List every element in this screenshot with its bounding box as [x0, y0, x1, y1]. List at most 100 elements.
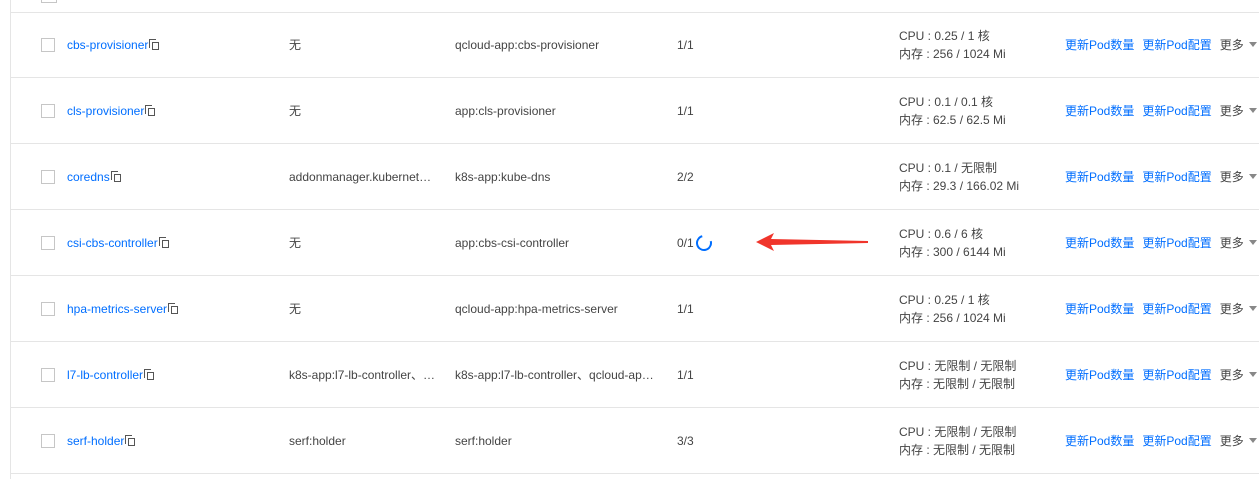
workload-name-link[interactable]: cls-provisioner: [67, 104, 144, 118]
workload-name-link[interactable]: l7-lb-controller: [67, 368, 143, 382]
caret-down-icon: [1248, 240, 1257, 245]
workload-name-cell: cbs-provisioner: [67, 12, 160, 77]
more-dropdown[interactable]: 更多: [1220, 102, 1257, 119]
labels-cell: serf:holder: [289, 408, 439, 473]
copy-icon[interactable]: [144, 368, 155, 381]
cpu-usage: CPU : 0.1 / 0.1 核: [899, 94, 994, 109]
selector-text: k8s-app:l7-lb-controller、qcloud-ap…: [455, 368, 654, 382]
memory-usage: 内存 : 无限制 / 无限制: [899, 442, 1016, 457]
resource-cell: CPU : 无限制 / 无限制 内存 : 无限制 / 无限制: [899, 342, 1016, 407]
row-checkbox[interactable]: [41, 103, 55, 118]
update-pod-count-button[interactable]: 更新Pod数量: [1065, 36, 1134, 53]
header-select-all-checkbox[interactable]: [41, 0, 57, 3]
caret-down-icon: [1248, 438, 1257, 443]
copy-icon[interactable]: [145, 104, 156, 117]
cpu-usage: CPU : 0.25 / 1 核: [899, 292, 990, 307]
actions-cell: 更新Pod数量 更新Pod配置 更多: [1065, 78, 1257, 143]
resource-cell: CPU : 0.25 / 1 核 内存 : 256 / 1024 Mi: [899, 276, 1006, 341]
update-pod-count-button[interactable]: 更新Pod数量: [1065, 234, 1134, 251]
pod-count: 1/1: [677, 367, 694, 382]
table-row: serf-holder serf:holder serf:holder 3/3 …: [11, 408, 1259, 474]
selector-text: serf:holder: [455, 433, 512, 448]
row-checkbox[interactable]: [41, 433, 55, 448]
update-pod-count-button[interactable]: 更新Pod数量: [1065, 300, 1134, 317]
update-pod-config-button[interactable]: 更新Pod配置: [1142, 300, 1211, 317]
actions-cell: 更新Pod数量 更新Pod配置 更多: [1065, 276, 1257, 341]
workload-name-cell: serf-holder: [67, 408, 136, 473]
row-checkbox[interactable]: [41, 169, 55, 184]
memory-usage: 内存 : 62.5 / 62.5 Mi: [899, 112, 1006, 127]
more-dropdown[interactable]: 更多: [1220, 300, 1257, 317]
pod-count-cell: 3/3: [677, 408, 694, 473]
cpu-usage: CPU : 0.6 / 6 核: [899, 226, 984, 241]
labels-cell: 无: [289, 12, 439, 77]
labels-cell: k8s-app:l7-lb-controller、…: [289, 342, 439, 407]
update-pod-config-button[interactable]: 更新Pod配置: [1142, 36, 1211, 53]
row-checkbox-cell: [41, 78, 55, 143]
pod-count: 1/1: [677, 103, 694, 118]
update-pod-count-button[interactable]: 更新Pod数量: [1065, 366, 1134, 383]
pod-count: 2/2: [677, 169, 694, 184]
row-checkbox[interactable]: [41, 301, 55, 316]
actions-cell: 更新Pod数量 更新Pod配置 更多: [1065, 144, 1257, 209]
more-label: 更多: [1219, 38, 1244, 52]
caret-down-icon: [1248, 306, 1257, 311]
more-dropdown[interactable]: 更多: [1220, 234, 1257, 251]
resource-cell: CPU : 0.6 / 6 核 内存 : 300 / 6144 Mi: [899, 210, 1006, 275]
table-row: csi-cbs-controller 无 app:cbs-csi-control…: [11, 210, 1259, 276]
labels-text: k8s-app:l7-lb-controller、…: [289, 368, 436, 382]
pod-count-cell: 1/1: [677, 12, 694, 77]
more-dropdown[interactable]: 更多: [1220, 366, 1257, 383]
row-checkbox-cell: [41, 276, 55, 341]
pod-count: 1/1: [677, 301, 694, 316]
labels-text: 无: [289, 38, 302, 52]
workload-name-link[interactable]: hpa-metrics-server: [67, 302, 167, 316]
labels-cell: addonmanager.kubernet…: [289, 144, 439, 209]
workload-name-link[interactable]: coredns: [67, 170, 110, 184]
update-pod-config-button[interactable]: 更新Pod配置: [1142, 234, 1211, 251]
resource-cell: CPU : 无限制 / 无限制 内存 : 无限制 / 无限制: [899, 408, 1016, 473]
actions-cell: 更新Pod数量 更新Pod配置 更多: [1065, 342, 1257, 407]
more-dropdown[interactable]: 更多: [1220, 168, 1257, 185]
selector-cell: serf:holder: [455, 408, 655, 473]
row-checkbox[interactable]: [41, 37, 55, 52]
workload-name-link[interactable]: cbs-provisioner: [67, 38, 148, 52]
copy-icon[interactable]: [168, 302, 179, 315]
pod-count: 3/3: [677, 433, 694, 448]
pod-count-cell: 1/1: [677, 342, 694, 407]
workload-name-cell: hpa-metrics-server: [67, 276, 179, 341]
workload-name-link[interactable]: serf-holder: [67, 434, 124, 448]
row-checkbox[interactable]: [41, 235, 55, 250]
cpu-usage: CPU : 0.25 / 1 核: [899, 28, 990, 43]
copy-icon[interactable]: [158, 236, 170, 249]
more-dropdown[interactable]: 更多: [1220, 432, 1257, 449]
update-pod-config-button[interactable]: 更新Pod配置: [1142, 432, 1211, 449]
copy-icon[interactable]: [110, 170, 122, 183]
resource-cell: CPU : 0.1 / 无限制 内存 : 29.3 / 166.02 Mi: [899, 144, 1019, 209]
update-pod-config-button[interactable]: 更新Pod配置: [1142, 366, 1211, 383]
more-label: 更多: [1219, 236, 1244, 250]
update-pod-count-button[interactable]: 更新Pod数量: [1065, 102, 1134, 119]
update-pod-config-button[interactable]: 更新Pod配置: [1142, 102, 1211, 119]
table-row: coredns addonmanager.kubernet… k8s-app:k…: [11, 144, 1259, 210]
selector-cell: k8s-app:kube-dns: [455, 144, 655, 209]
cpu-usage: CPU : 无限制 / 无限制: [899, 424, 1017, 439]
workload-name-link[interactable]: csi-cbs-controller: [67, 236, 158, 250]
update-pod-config-button[interactable]: 更新Pod配置: [1142, 168, 1211, 185]
memory-usage: 内存 : 无限制 / 无限制: [899, 376, 1016, 391]
copy-icon[interactable]: [125, 434, 136, 447]
memory-usage: 内存 : 256 / 1024 Mi: [899, 310, 1006, 325]
row-checkbox-cell: [41, 342, 55, 407]
resource-cell: CPU : 0.1 / 0.1 核 内存 : 62.5 / 62.5 Mi: [899, 78, 1006, 143]
update-pod-count-button[interactable]: 更新Pod数量: [1065, 168, 1134, 185]
more-dropdown[interactable]: 更多: [1220, 36, 1257, 53]
actions-cell: 更新Pod数量 更新Pod配置 更多: [1065, 12, 1257, 77]
labels-text: 无: [289, 236, 302, 250]
copy-icon[interactable]: [149, 38, 160, 51]
workload-name-cell: cls-provisioner: [67, 78, 156, 143]
more-label: 更多: [1219, 368, 1244, 382]
selector-text: app:cbs-csi-controller: [455, 235, 570, 250]
update-pod-count-button[interactable]: 更新Pod数量: [1065, 432, 1134, 449]
selector-text: qcloud-app:hpa-metrics-server: [455, 301, 618, 316]
row-checkbox[interactable]: [41, 367, 55, 382]
